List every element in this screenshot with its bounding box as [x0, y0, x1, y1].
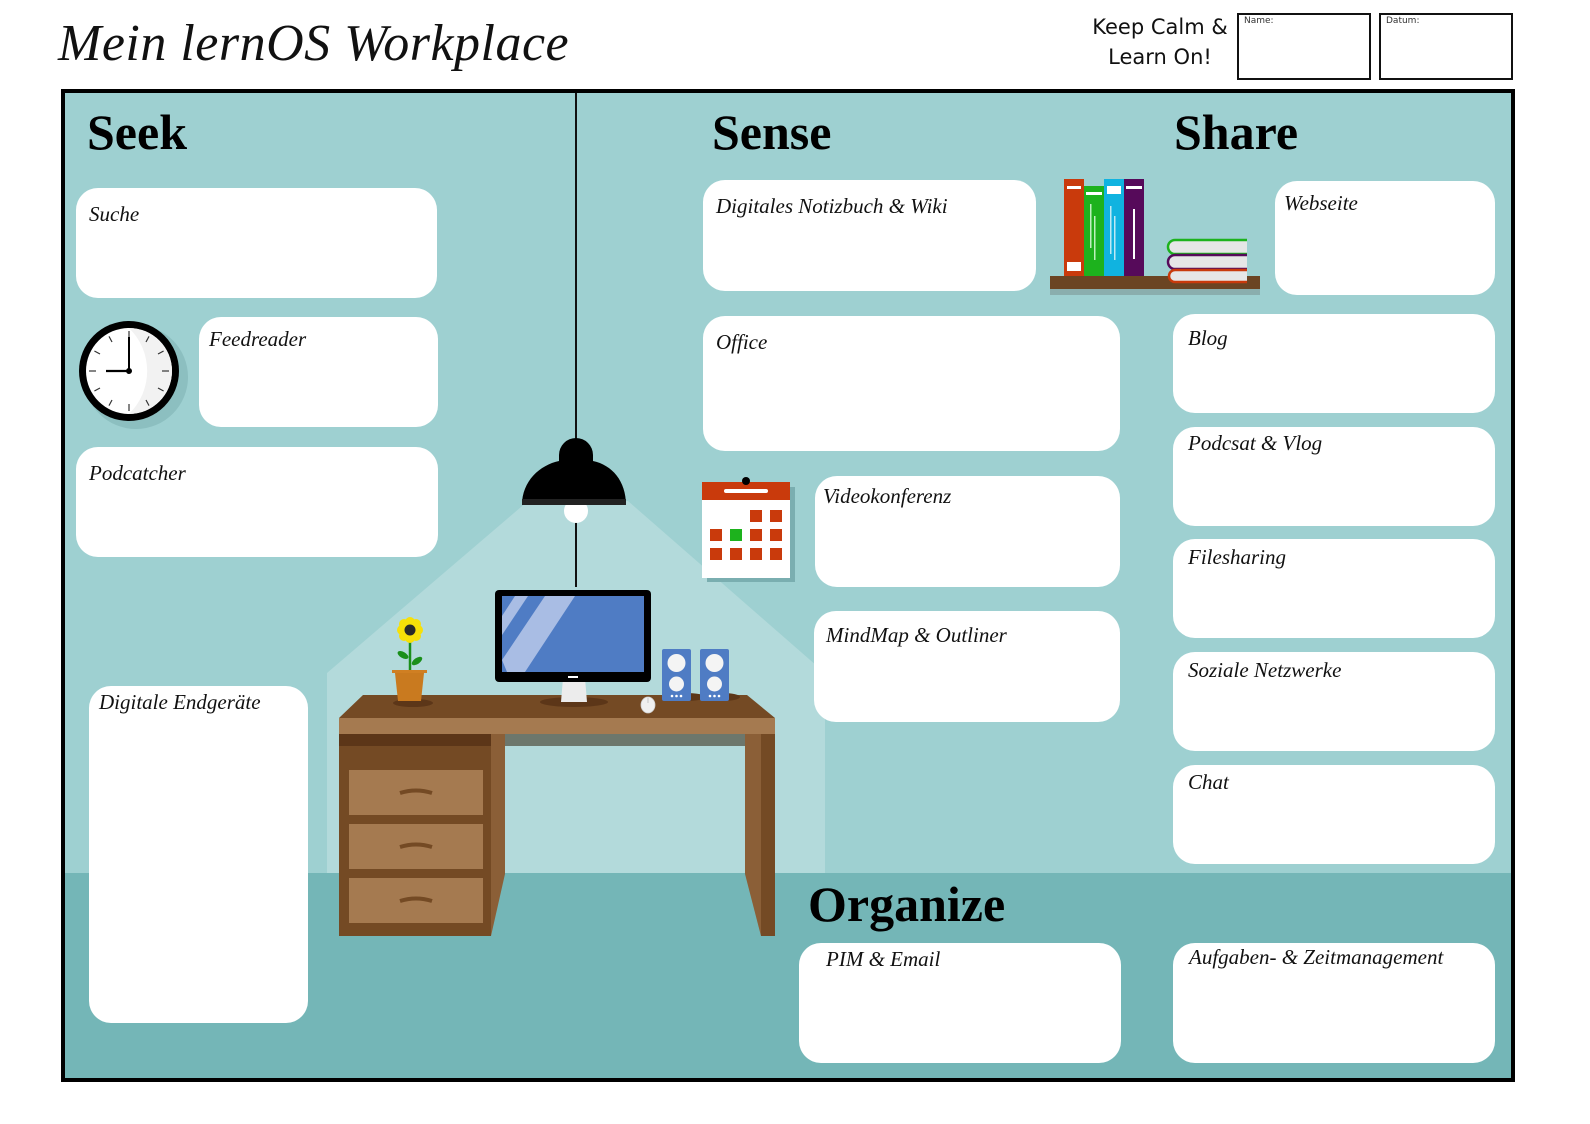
card-label: Podcsat & Vlog — [1188, 431, 1323, 455]
card-digitale-endgeraete[interactable]: Digitale Endgeräte — [89, 686, 308, 1023]
heading-organize: Organize — [808, 876, 1006, 932]
card-videokonferenz[interactable]: Videokonferenz — [815, 476, 1120, 587]
card-blog[interactable]: Blog — [1173, 314, 1495, 413]
card-podcatcher[interactable]: Podcatcher — [76, 447, 438, 557]
sunflower-icon — [392, 617, 433, 707]
card-label: Soziale Netzwerke — [1188, 658, 1342, 682]
bookshelf-icon — [1050, 179, 1260, 295]
clock-icon — [79, 321, 188, 429]
card-suche[interactable]: Suche — [76, 188, 437, 298]
card-label: Blog — [1188, 326, 1228, 350]
card-label: Aufgaben- & Zeitmanagement — [1189, 945, 1444, 969]
heading-sense: Sense — [712, 104, 832, 160]
calendar-icon — [702, 477, 795, 582]
card-label: Suche — [89, 202, 140, 226]
card-podcast-vlog[interactable]: Podcsat & Vlog — [1173, 427, 1495, 526]
card-webseite[interactable]: Webseite — [1275, 181, 1495, 295]
date-field-label: Datum: — [1386, 16, 1420, 26]
workplace-board: Seek Sense Share Organize Suche Feedread… — [61, 89, 1515, 1082]
heading-seek: Seek — [87, 104, 187, 160]
lamp-icon — [522, 438, 626, 523]
motto: Keep Calm & Learn On! — [1080, 12, 1240, 72]
card-label: Filesharing — [1188, 545, 1286, 569]
card-label: MindMap & Outliner — [826, 623, 1007, 647]
card-filesharing[interactable]: Filesharing — [1173, 539, 1495, 638]
card-label: Feedreader — [209, 327, 307, 351]
card-label: Webseite — [1284, 191, 1358, 215]
mouse-icon — [640, 696, 656, 714]
name-field[interactable]: Name: — [1237, 13, 1371, 80]
motto-line-1: Keep Calm & — [1092, 15, 1228, 39]
card-chat[interactable]: Chat — [1173, 765, 1495, 864]
card-soziale-netzwerke[interactable]: Soziale Netzwerke — [1173, 652, 1495, 751]
speaker-icon — [662, 649, 740, 701]
heading-share: Share — [1174, 104, 1299, 160]
card-label: Digitales Notizbuch & Wiki — [716, 194, 948, 218]
card-label: Podcatcher — [89, 461, 186, 485]
card-feedreader[interactable]: Feedreader — [199, 317, 438, 427]
monitor-icon — [495, 590, 651, 707]
card-notizbuch-wiki[interactable]: Digitales Notizbuch & Wiki — [703, 180, 1036, 291]
card-aufgaben-zeitmanagement[interactable]: Aufgaben- & Zeitmanagement — [1173, 943, 1495, 1063]
card-pim-email[interactable]: PIM & Email — [799, 943, 1121, 1063]
page-title: Mein lernOS Workplace — [58, 15, 570, 72]
card-office[interactable]: Office — [703, 316, 1120, 451]
name-field-label: Name: — [1244, 16, 1274, 26]
card-mindmap-outliner[interactable]: MindMap & Outliner — [814, 611, 1120, 722]
motto-line-2: Learn On! — [1108, 45, 1212, 69]
desk-icon — [339, 695, 775, 936]
date-field[interactable]: Datum: — [1379, 13, 1513, 80]
card-label: Digitale Endgeräte — [99, 690, 261, 714]
card-label: Videokonferenz — [823, 484, 952, 508]
card-label: Chat — [1188, 770, 1229, 794]
card-label: Office — [716, 330, 768, 354]
card-label: PIM & Email — [826, 947, 941, 971]
